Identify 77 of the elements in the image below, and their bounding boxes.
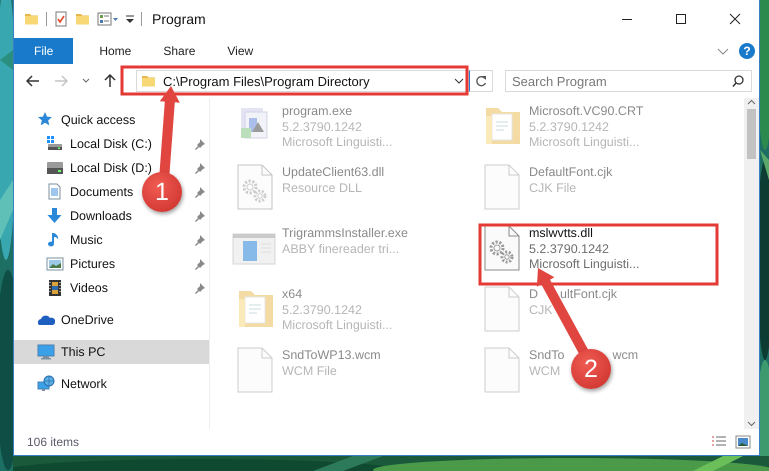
file-detail: Microsoft Linguisti...	[282, 135, 392, 150]
sidebar-item[interactable]: Quick access	[61, 113, 136, 127]
sidebar-item[interactable]: Local Disk (C:)	[70, 137, 152, 151]
maximize-icon[interactable]	[675, 13, 687, 25]
drive-icon	[46, 159, 64, 177]
pin-icon[interactable]	[194, 138, 206, 150]
file-detail: 5.2.3790.1242	[529, 242, 609, 257]
pin-icon[interactable]	[194, 162, 206, 174]
network-icon	[37, 375, 55, 393]
recent-caret-icon[interactable]	[82, 78, 90, 84]
file-detail: Microsoft Linguisti...	[282, 318, 392, 334]
drive-icon	[46, 135, 64, 153]
ribbon-tab[interactable]: File	[14, 38, 74, 64]
sidebar-item[interactable]: Downloads	[70, 209, 132, 223]
pin-icon[interactable]	[194, 258, 206, 270]
file-detail: 5.2.3790.1242	[282, 120, 362, 135]
file-detail: 5.2.3790.1242	[282, 302, 362, 318]
sidebar-item[interactable]: Pictures	[70, 257, 116, 271]
ribbon-tab[interactable]: Home	[85, 38, 146, 64]
address-bar[interactable]: C:\Program Files\Program Directory	[136, 70, 469, 92]
scroll-up-icon[interactable]	[747, 98, 756, 106]
close-icon[interactable]	[729, 13, 741, 25]
film-icon	[46, 279, 64, 297]
file-detail: ABBY finereader tri...	[282, 242, 400, 257]
file-detail: WCM	[529, 364, 560, 379]
scroll-down-icon[interactable]	[747, 419, 756, 429]
file-name[interactable]: ultFont.cjk	[560, 287, 617, 302]
folder-icon	[141, 73, 157, 89]
refresh-icon	[475, 75, 487, 87]
pin-icon[interactable]	[194, 186, 206, 198]
file-name[interactable]: SndToWP13.wcm	[282, 348, 381, 364]
file-detail: Resource DLL	[282, 180, 362, 196]
back-arrow-icon[interactable]	[26, 75, 40, 87]
scrollbar-track[interactable]	[744, 98, 759, 429]
item-count: 106 items	[27, 435, 80, 449]
up-arrow-icon[interactable]	[104, 74, 116, 88]
file-name[interactable]: TrigrammsInstaller.exe	[282, 226, 408, 242]
window-title: Program	[152, 11, 207, 27]
pin-icon[interactable]	[194, 210, 206, 222]
file-detail: WCM File	[282, 364, 337, 379]
search-icon[interactable]	[732, 75, 744, 87]
file-name[interactable]: wcm	[612, 348, 638, 364]
file-detail: CJK	[529, 302, 553, 318]
dropdown-caret-icon[interactable]	[454, 77, 464, 85]
file-name[interactable]: D	[529, 287, 538, 302]
download-icon	[46, 207, 64, 225]
file-detail: Microsoft Linguisti...	[529, 135, 640, 150]
search-field[interactable]: Search Program	[505, 70, 752, 92]
sidebar-item[interactable]: Music	[70, 233, 103, 247]
sidebar-item[interactable]: This PC	[14, 340, 209, 364]
file-name[interactable]: program.exe	[282, 104, 352, 120]
file-name[interactable]: Microsoft.VC90.CRT	[529, 104, 644, 120]
ribbon-tab[interactable]: Share	[149, 38, 210, 64]
file-name[interactable]: SndTo	[529, 348, 564, 364]
scroll-thumb[interactable]	[747, 109, 756, 159]
help-button[interactable]: ?	[739, 43, 755, 59]
picture-icon	[46, 255, 64, 273]
folder-icon	[24, 11, 40, 27]
file-name[interactable]: mslwvtts.dll	[529, 226, 593, 242]
large-icons-view-icon[interactable]	[735, 435, 751, 449]
file-name[interactable]: UpdateClient63.dll	[282, 165, 384, 180]
file-detail: CJK File	[529, 180, 576, 196]
file-name[interactable]: DefaultFont.cjk	[529, 165, 612, 180]
sidebar-item[interactable]: OneDrive	[61, 313, 114, 327]
file-detail: Microsoft Linguisti...	[529, 257, 640, 272]
sidebar-item[interactable]: Network	[61, 377, 107, 391]
pin-icon[interactable]	[194, 282, 206, 294]
sidebar-item[interactable]: Local Disk (D:)	[70, 161, 152, 175]
sidebar-item[interactable]: Documents	[70, 185, 134, 199]
ribbon-tab[interactable]: View	[213, 38, 268, 64]
properties-icon[interactable]	[97, 11, 119, 27]
sidebar-item[interactable]: Videos	[70, 281, 108, 295]
checklist-icon[interactable]	[53, 11, 69, 27]
monitor-icon	[37, 343, 55, 361]
file-detail: 5.2.3790.1242	[529, 120, 609, 135]
pin-icon[interactable]	[194, 234, 206, 246]
file-name[interactable]: x64	[282, 287, 302, 302]
